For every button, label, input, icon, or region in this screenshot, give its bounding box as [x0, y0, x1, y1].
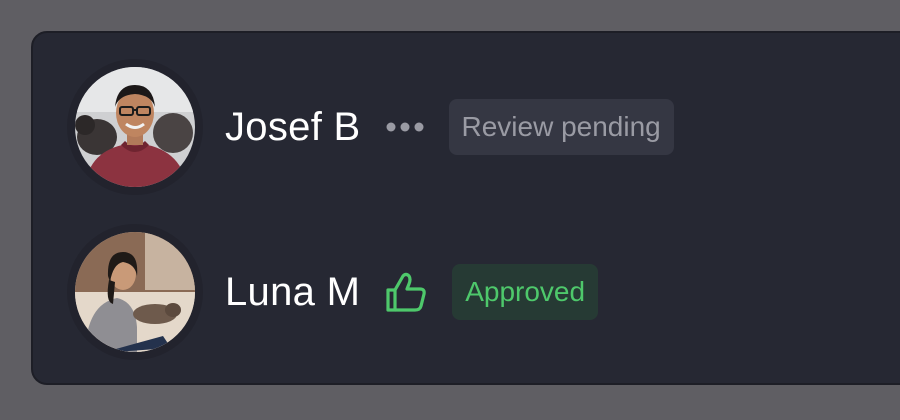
- avatar: [67, 224, 203, 360]
- reviewer-name: Luna M: [225, 269, 361, 314]
- avatar-photo-luna: [75, 232, 195, 352]
- status-badge: Review pending: [448, 99, 674, 155]
- status-badge: Approved: [452, 264, 599, 320]
- thumbs-up-icon: [384, 270, 428, 314]
- avatar: [67, 59, 203, 195]
- ellipsis-icon: [385, 120, 425, 134]
- reviewer-name: Josef B: [225, 104, 361, 149]
- avatar-photo-josef: [75, 67, 195, 187]
- reviewers-panel: Josef B Review pending Luna M Approved: [31, 31, 900, 385]
- reviewer-row: Luna M Approved: [67, 222, 599, 362]
- reviewer-row: Josef B Review pending: [67, 57, 674, 197]
